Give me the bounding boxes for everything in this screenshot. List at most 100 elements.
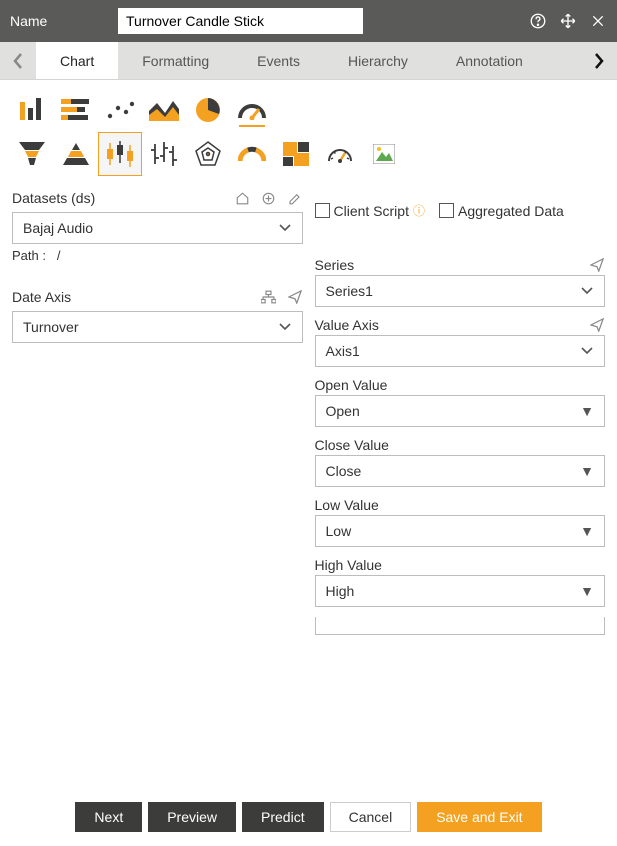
chevron-down-icon — [278, 223, 292, 233]
tab-hierarchy[interactable]: Hierarchy — [324, 42, 432, 79]
options-row: Client Script ⓘ Aggregated Data — [315, 186, 606, 219]
window-header: Name — [0, 0, 617, 42]
cancel-button[interactable]: Cancel — [330, 802, 412, 832]
scatter-icon[interactable] — [98, 88, 142, 132]
pyramid-icon[interactable] — [54, 132, 98, 176]
path-label: Path : — [12, 248, 46, 263]
tab-scroll-right[interactable] — [581, 42, 617, 79]
high-value-label: High Value — [315, 557, 382, 573]
name-input[interactable] — [118, 8, 363, 34]
date-axis-label: Date Axis — [12, 289, 71, 305]
caret-down-icon: ▼ — [580, 463, 594, 479]
low-value-label: Low Value — [315, 497, 379, 513]
button-label: Next — [94, 809, 123, 825]
tab-scroll-left[interactable] — [0, 42, 36, 79]
footer-buttons: Next Preview Predict Cancel Save and Exi… — [0, 794, 617, 840]
path-value: / — [57, 248, 61, 263]
add-icon[interactable] — [261, 190, 277, 206]
chevron-down-icon — [580, 286, 594, 296]
client-script-checkbox[interactable] — [315, 203, 330, 218]
close-icon[interactable] — [589, 12, 607, 30]
aggregated-checkbox[interactable] — [439, 203, 454, 218]
treemap-icon[interactable] — [274, 132, 318, 176]
send-icon[interactable] — [589, 317, 605, 333]
home-icon[interactable] — [235, 190, 251, 206]
button-label: Preview — [167, 809, 217, 825]
preview-button[interactable]: Preview — [148, 802, 236, 832]
select-value: High — [326, 583, 355, 599]
tab-annotation[interactable]: Annotation — [432, 42, 547, 79]
save-button[interactable]: Save and Exit — [417, 802, 541, 832]
right-column: Client Script ⓘ Aggregated Data Series S… — [315, 186, 606, 635]
tab-chart[interactable]: Chart — [36, 42, 118, 79]
image-icon[interactable] — [362, 132, 406, 176]
predict-button[interactable]: Predict — [242, 802, 324, 832]
candlestick-icon[interactable] — [98, 132, 142, 176]
select-value: Close — [326, 463, 362, 479]
open-value-label: Open Value — [315, 377, 388, 393]
client-script-label: Client Script — [334, 203, 409, 219]
tab-label: Hierarchy — [348, 53, 408, 69]
main-content: Datasets (ds) Bajaj Audio Path : / Date … — [0, 180, 617, 635]
stacked-bar-icon[interactable] — [54, 88, 98, 132]
select-value: Axis1 — [326, 343, 360, 359]
gauge-icon[interactable] — [230, 88, 274, 132]
caret-down-icon: ▼ — [580, 583, 594, 599]
select-value: Open — [326, 403, 360, 419]
path-row: Path : / — [12, 248, 303, 263]
tab-label: Chart — [60, 53, 94, 69]
next-button[interactable]: Next — [75, 802, 142, 832]
tab-label: Events — [257, 53, 300, 69]
value-axis-select[interactable]: Axis1 — [315, 335, 606, 367]
hierarchy-icon[interactable] — [261, 289, 277, 305]
button-label: Cancel — [349, 809, 393, 825]
select-value: Series1 — [326, 283, 373, 299]
select-value: Turnover — [23, 319, 79, 335]
left-column: Datasets (ds) Bajaj Audio Path : / Date … — [12, 186, 303, 635]
tab-events[interactable]: Events — [233, 42, 324, 79]
open-value-select[interactable]: Open ▼ — [315, 395, 606, 427]
header-actions — [529, 12, 607, 30]
move-icon[interactable] — [559, 12, 577, 30]
name-label: Name — [10, 13, 110, 29]
value-axis-label: Value Axis — [315, 317, 379, 333]
close-value-select[interactable]: Close ▼ — [315, 455, 606, 487]
datasets-select[interactable]: Bajaj Audio — [12, 212, 303, 244]
select-value: Bajaj Audio — [23, 220, 93, 236]
tab-label: Formatting — [142, 53, 209, 69]
series-label: Series — [315, 257, 355, 273]
pie-chart-icon[interactable] — [186, 88, 230, 132]
chevron-down-icon — [580, 346, 594, 356]
send-icon[interactable] — [589, 257, 605, 273]
speedometer-icon[interactable] — [318, 132, 362, 176]
caret-down-icon: ▼ — [580, 523, 594, 539]
low-value-select[interactable]: Low ▼ — [315, 515, 606, 547]
empty-row — [315, 617, 606, 635]
chart-type-palette — [0, 80, 617, 180]
info-icon[interactable]: ⓘ — [413, 202, 425, 219]
tab-formatting[interactable]: Formatting — [118, 42, 233, 79]
select-value: Low — [326, 523, 352, 539]
tabs: Chart Formatting Events Hierarchy Annota… — [36, 42, 581, 79]
area-chart-icon[interactable] — [142, 88, 186, 132]
series-select[interactable]: Series1 — [315, 275, 606, 307]
close-value-label: Close Value — [315, 437, 389, 453]
aggregated-label: Aggregated Data — [458, 203, 564, 219]
help-icon[interactable] — [529, 12, 547, 30]
ohlc-icon[interactable] — [142, 132, 186, 176]
high-value-select[interactable]: High ▼ — [315, 575, 606, 607]
date-axis-select[interactable]: Turnover — [12, 311, 303, 343]
edit-icon[interactable] — [287, 190, 303, 206]
send-icon[interactable] — [287, 289, 303, 305]
tab-label: Annotation — [456, 53, 523, 69]
semi-gauge-icon[interactable] — [230, 132, 274, 176]
datasets-label: Datasets (ds) — [12, 190, 95, 206]
button-label: Save and Exit — [436, 809, 522, 825]
funnel-icon[interactable] — [10, 132, 54, 176]
bar-chart-icon[interactable] — [10, 88, 54, 132]
chevron-down-icon — [278, 322, 292, 332]
radar-icon[interactable] — [186, 132, 230, 176]
caret-down-icon: ▼ — [580, 403, 594, 419]
button-label: Predict — [261, 809, 305, 825]
tab-bar: Chart Formatting Events Hierarchy Annota… — [0, 42, 617, 80]
